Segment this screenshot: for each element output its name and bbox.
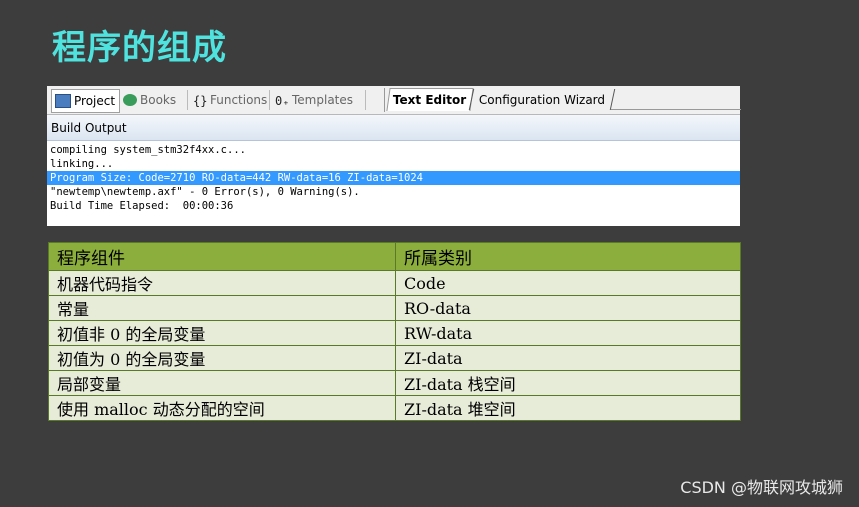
slide-title: 程序的组成 xyxy=(52,28,227,68)
table-row: 初值为 0 的全局变量 ZI-data xyxy=(48,345,741,371)
project-icon xyxy=(55,94,71,108)
table-header-row: 程序组件 所属类别 xyxy=(48,242,741,271)
table-row: 机器代码指令 Code xyxy=(48,270,741,296)
table-row: 初值非 0 的全局变量 RW-data xyxy=(48,320,741,346)
category-cell: RW-data xyxy=(395,320,741,346)
tab-configuration-wizard-label: Configuration Wizard xyxy=(478,92,606,107)
table-row: 使用 malloc 动态分配的空间 ZI-data 堆空间 xyxy=(48,395,741,421)
tab-divider xyxy=(187,90,188,110)
ide-panel: Project Books {} Functions 0₊ Templates … xyxy=(47,86,741,226)
watermark: CSDN @物联网攻城狮 xyxy=(680,478,843,497)
table-row: 局部变量 ZI-data 栈空间 xyxy=(48,370,741,396)
tab-functions-label: Functions xyxy=(210,93,268,107)
templates-icon: 0₊ xyxy=(275,94,290,108)
tab-templates[interactable]: 0₊ Templates xyxy=(275,89,353,111)
output-line: linking... xyxy=(50,158,114,170)
functions-icon: {} xyxy=(193,94,208,108)
tab-text-editor[interactable]: Text Editor xyxy=(386,88,474,111)
component-cell: 机器代码指令 xyxy=(48,270,396,296)
tab-books-label: Books xyxy=(140,93,177,107)
build-output-header: Build Output xyxy=(47,115,740,141)
tab-divider xyxy=(269,90,270,110)
books-icon xyxy=(123,94,137,106)
tab-project[interactable]: Project xyxy=(51,89,120,113)
tab-templates-label: Templates xyxy=(292,93,354,107)
category-cell: ZI-data 堆空间 xyxy=(395,395,741,421)
output-line: Build Time Elapsed: 00:00:36 xyxy=(50,200,234,212)
table-row: 常量 RO-data xyxy=(48,295,741,321)
component-cell: 使用 malloc 动态分配的空间 xyxy=(48,395,396,421)
component-cell: 常量 xyxy=(48,295,396,321)
build-output-log[interactable]: compiling system_stm32f4xx.c... linking.… xyxy=(47,143,740,213)
tab-text-editor-label: Text Editor xyxy=(393,93,467,107)
tab-functions[interactable]: {} Functions xyxy=(193,89,267,111)
category-cell: Code xyxy=(395,270,741,296)
component-cell: 局部变量 xyxy=(48,370,396,396)
column-header: 程序组件 xyxy=(48,242,396,271)
output-line: "newtemp\newtemp.axf" - 0 Error(s), 0 Wa… xyxy=(50,186,360,198)
editor-tab-strip: Text Editor Configuration Wizard xyxy=(384,88,741,112)
component-cell: 初值非 0 的全局变量 xyxy=(48,320,396,346)
tab-project-label: Project xyxy=(74,94,116,108)
output-line-selected[interactable]: Program Size: Code=2710 RO-data=442 RW-d… xyxy=(47,171,740,185)
tab-configuration-wizard[interactable]: Configuration Wizard xyxy=(468,89,616,110)
category-cell: ZI-data 栈空间 xyxy=(395,370,741,396)
component-cell: 初值为 0 的全局变量 xyxy=(48,345,396,371)
category-cell: RO-data xyxy=(395,295,741,321)
tab-books[interactable]: Books xyxy=(123,89,176,111)
program-components-table: 程序组件 所属类别 机器代码指令 Code 常量 RO-data 初值非 0 的… xyxy=(48,242,741,421)
output-line: compiling system_stm32f4xx.c... xyxy=(50,144,246,156)
column-header: 所属类别 xyxy=(395,242,741,271)
tab-underline xyxy=(611,109,741,110)
build-output-title: Build Output xyxy=(51,120,127,135)
panel-tab-bar: Project Books {} Functions 0₊ Templates … xyxy=(47,86,741,115)
category-cell: ZI-data xyxy=(395,345,741,371)
tab-divider xyxy=(365,90,366,110)
